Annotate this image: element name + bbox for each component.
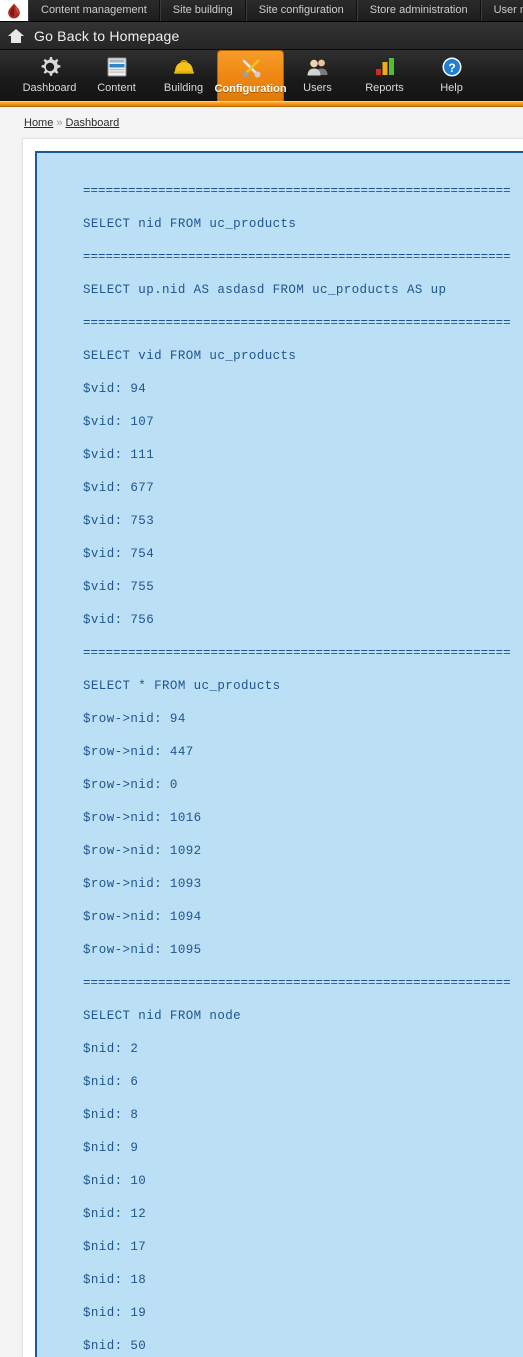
admin-menu-user-management[interactable]: User management	[480, 0, 523, 21]
toolbar-tab-dashboard-label: Dashboard	[22, 82, 77, 94]
go-back-home-label[interactable]: Go Back to Homepage	[34, 28, 179, 44]
debug-separator-line: ========================================…	[83, 316, 511, 330]
debug-output-line: $nid: 17	[83, 1240, 147, 1254]
debug-output-line: $row->nid: 94	[83, 712, 186, 726]
content-container: ========================================…	[22, 138, 523, 1357]
debug-output-line: $nid: 9	[83, 1141, 139, 1155]
toolbar-tab-building-label: Building	[163, 82, 204, 94]
debug-output-line: $nid: 8	[83, 1108, 139, 1122]
debug-output-line: $vid: 94	[83, 382, 147, 396]
debug-separator-line: ========================================…	[83, 250, 511, 264]
admin-toolbar: Dashboard Content Building Configuration…	[0, 50, 523, 101]
toolbar-tab-building[interactable]: Building	[150, 50, 217, 101]
debug-output-line: $vid: 753	[83, 514, 155, 528]
debug-output-line: SELECT vid FROM uc_products	[83, 349, 297, 363]
toolbar-tab-dashboard[interactable]: Dashboard	[16, 50, 83, 101]
toolbar-tab-help-label: Help	[440, 82, 463, 94]
debug-output-line: $vid: 755	[83, 580, 155, 594]
debug-output-line: SELECT nid FROM uc_products	[83, 217, 297, 231]
toolbar-tab-help[interactable]: ? Help	[418, 50, 485, 101]
toolbar-tab-content[interactable]: Content	[83, 50, 150, 101]
page-body: Home» Dashboard =========================…	[0, 107, 523, 1357]
debug-output-line: $nid: 18	[83, 1273, 147, 1287]
debug-output-line: SELECT up.nid AS asdasd FROM uc_products…	[83, 283, 447, 297]
debug-output-line: SELECT * FROM uc_products	[83, 679, 281, 693]
drupal-drop-icon[interactable]	[0, 0, 28, 21]
debug-output-line: $vid: 756	[83, 613, 155, 627]
debug-separator-line: ========================================…	[83, 976, 511, 990]
toolbar-tab-configuration-label: Configuration	[214, 83, 287, 95]
people-icon-svg	[307, 59, 327, 76]
admin-menu-item-list: Content management Site building Site co…	[28, 0, 523, 21]
toolbar-tab-content-label: Content	[97, 82, 136, 94]
bar-chart-icon	[372, 54, 398, 80]
debug-output-line: $row->nid: 1094	[83, 910, 202, 924]
debug-output-line: $row->nid: 1092	[83, 844, 202, 858]
debug-output-line: $vid: 111	[83, 448, 155, 462]
question-circle-icon: ?	[439, 54, 465, 80]
admin-menu-site-configuration[interactable]: Site configuration	[245, 0, 357, 21]
toolbar-tab-configuration[interactable]: Configuration	[214, 50, 287, 101]
debug-output-line: $nid: 2	[83, 1042, 139, 1056]
debug-output-line: $vid: 754	[83, 547, 155, 561]
hardhat-icon	[171, 54, 197, 80]
toolbar-tab-users[interactable]: Users	[284, 50, 351, 101]
document-window-icon	[104, 54, 130, 80]
sql-debug-output-panel: ========================================…	[35, 151, 523, 1357]
question-circle-icon-svg: ?	[442, 57, 461, 77]
wrench-screwdriver-icon-svg	[241, 59, 260, 78]
debug-output-line: $nid: 10	[83, 1174, 147, 1188]
toolbar-tab-reports-label: Reports	[365, 82, 404, 94]
debug-output-line: $row->nid: 1095	[83, 943, 202, 957]
debug-separator-line: ========================================…	[83, 646, 511, 660]
document-window-icon-svg	[107, 57, 126, 77]
admin-menu-site-building[interactable]: Site building	[159, 0, 246, 21]
debug-output-line: $row->nid: 1093	[83, 877, 202, 891]
debug-output-line: $row->nid: 447	[83, 745, 194, 759]
wrench-screwdriver-icon	[238, 55, 264, 81]
go-back-home-bar[interactable]: Go Back to Homepage	[0, 22, 523, 50]
debug-output-line: $nid: 6	[83, 1075, 139, 1089]
breadcrumb-item-dashboard[interactable]: Dashboard	[65, 117, 119, 129]
breadcrumb-separator: »	[56, 117, 63, 129]
admin-menu-content-management[interactable]: Content management	[28, 0, 160, 21]
debug-output-line: SELECT nid FROM node	[83, 1009, 242, 1023]
toolbar-tab-users-label: Users	[303, 82, 332, 94]
gear-icon	[37, 54, 63, 80]
debug-separator-line: ========================================…	[83, 184, 511, 198]
hardhat-icon-svg	[173, 60, 194, 74]
breadcrumb-item-home[interactable]: Home	[24, 117, 53, 129]
admin-menu-bar: Content management Site building Site co…	[0, 0, 523, 22]
debug-output-line: $row->nid: 0	[83, 778, 178, 792]
toolbar-tab-reports[interactable]: Reports	[351, 50, 418, 101]
debug-output-line: $row->nid: 1016	[83, 811, 202, 825]
people-icon	[305, 54, 331, 80]
gear-icon-svg	[41, 57, 60, 76]
debug-output-line: $nid: 12	[83, 1207, 147, 1221]
debug-output-line: $vid: 677	[83, 481, 155, 495]
home-icon	[8, 28, 24, 43]
debug-output-line: $nid: 19	[83, 1306, 147, 1320]
debug-output-line: $nid: 50	[83, 1339, 147, 1353]
svg-text:?: ?	[448, 61, 455, 75]
breadcrumb: Home» Dashboard	[0, 117, 523, 138]
admin-menu-store-administration[interactable]: Store administration	[356, 0, 481, 21]
drupal-drop-icon-svg	[8, 3, 20, 18]
bar-chart-icon-svg	[375, 58, 394, 75]
debug-output-line: $vid: 107	[83, 415, 155, 429]
